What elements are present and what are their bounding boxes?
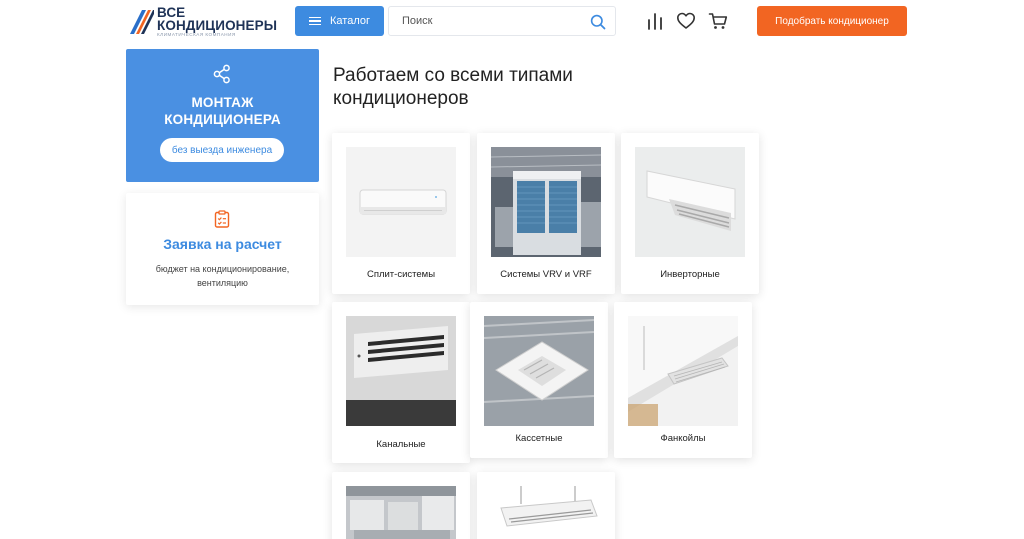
page-title: Работаем со всеми типами кондиционеров	[333, 65, 573, 109]
search-input[interactable]	[389, 7, 574, 35]
category-card-fancoil[interactable]: Фанкойлы	[614, 302, 752, 458]
logo-stripes-icon	[130, 10, 154, 34]
catalog-button[interactable]: Каталог	[295, 6, 384, 36]
promo-title: МОНТАЖ КОНДИЦИОНЕРА	[164, 95, 281, 127]
heart-icon[interactable]	[676, 11, 696, 31]
outdoor-units-image	[346, 486, 456, 539]
category-label: Инверторные	[660, 269, 720, 280]
category-card-7[interactable]	[332, 472, 470, 539]
vrv-system-image	[491, 147, 601, 257]
fancoil-image	[628, 316, 738, 426]
request-title: Заявка на расчет	[163, 236, 282, 252]
catalog-label: Каталог	[330, 15, 370, 27]
logo-tagline: КЛИМАТИЧЕСКАЯ КОМПАНИЯ	[157, 32, 236, 37]
duct-unit-image	[346, 316, 456, 426]
installation-promo-card[interactable]: МОНТАЖ КОНДИЦИОНЕРА без выезда инженера	[126, 49, 319, 182]
clipboard-icon	[214, 210, 230, 228]
category-label: Системы VRV и VRF	[500, 269, 592, 280]
ceiling-unit-image	[491, 486, 601, 539]
menu-icon	[309, 16, 321, 26]
site-logo[interactable]: ВСЕ КОНДИЦИОНЕРЫ КЛИМАТИЧЕСКАЯ КОМПАНИЯ	[128, 6, 277, 38]
category-card-cassette[interactable]: Кассетные	[470, 302, 608, 458]
category-label: Кассетные	[515, 433, 563, 444]
category-label: Канальные	[376, 439, 426, 450]
category-card-duct[interactable]: Канальные	[332, 302, 470, 463]
logo-title: ВСЕ КОНДИЦИОНЕРЫ	[157, 5, 278, 33]
category-label: Сплит-системы	[366, 269, 436, 280]
inverter-image	[635, 147, 745, 257]
compare-icon[interactable]	[645, 11, 665, 31]
search-box	[388, 6, 616, 36]
category-card-8[interactable]	[477, 472, 615, 539]
share-icon	[213, 64, 230, 84]
category-card-split[interactable]: Сплит-системы	[332, 133, 470, 294]
category-card-vrv-vrf[interactable]: Системы VRV и VRF	[477, 133, 615, 294]
cassette-unit-image	[484, 316, 594, 426]
cart-icon[interactable]	[708, 11, 728, 31]
category-label: Фанкойлы	[660, 433, 706, 444]
no-engineer-visit-button[interactable]: без выезда инженера	[160, 138, 284, 162]
request-description: бюджет на кондиционирование, вентиляцию	[155, 264, 290, 288]
select-conditioner-button[interactable]: Подобрать кондиционер	[757, 6, 907, 36]
search-icon[interactable]	[590, 14, 606, 30]
estimate-request-card[interactable]: Заявка на расчет бюджет на кондициониров…	[126, 193, 319, 305]
split-system-image	[346, 147, 456, 257]
category-card-inverter[interactable]: Инверторные	[621, 133, 759, 294]
